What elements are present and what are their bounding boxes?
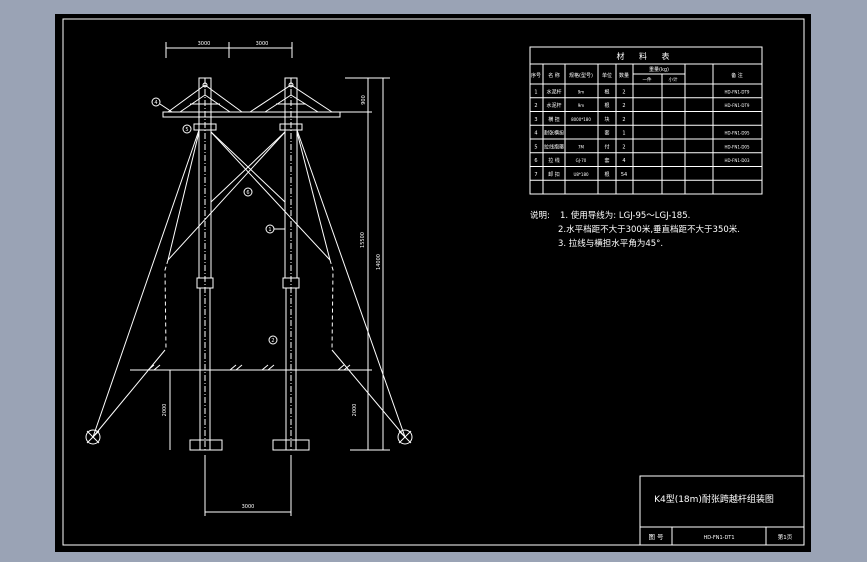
svg-text:1: 1 (268, 227, 271, 233)
svg-text:6: 6 (246, 190, 249, 196)
dim-top-right: 3000 (256, 41, 269, 47)
table-cell: 拉 线 (548, 157, 560, 164)
drawing-sheet (55, 14, 811, 552)
table-cell: 根 (604, 102, 609, 109)
svg-text:5: 5 (185, 127, 188, 133)
table-cell: 2 (534, 103, 537, 109)
table-header: 数量 (619, 72, 629, 79)
table-cell: 2 (622, 89, 625, 95)
note-item: 1. 使用导线为: LGJ-95～LGJ-185. (560, 210, 690, 221)
table-cell: U8*180 (573, 172, 589, 177)
table-cell: 付 (604, 143, 609, 150)
table-cell: 54 (621, 172, 627, 178)
dim-foot-right: 2000 (352, 404, 358, 417)
table-cell: HD-FN1-D05 (725, 144, 750, 149)
table-cell: 2 (622, 103, 625, 109)
drawing-number: HD-FN1-DT1 (703, 535, 734, 541)
table-cell: 横 担 (548, 116, 560, 123)
table-cell: 8000*180 (571, 117, 591, 122)
notes-label: 说明: (530, 210, 550, 221)
table-cell: HD-FN1-DT9 (725, 103, 750, 108)
table-cell: 9m (578, 89, 585, 94)
svg-text:4: 4 (154, 100, 157, 106)
drawing-no-label: 图 号 (648, 533, 664, 541)
note-item: 2.水平档距不大于300米,垂直档距不大于350米. (558, 224, 740, 235)
table-cell: 4 (534, 131, 537, 137)
table-cell: HD-FN1-DT9 (725, 89, 750, 94)
table-cell: 5 (534, 144, 537, 150)
dim-top-left: 3000 (198, 41, 211, 47)
table-cell: 9m (578, 103, 585, 108)
table-header: 规格(型号) (569, 72, 593, 79)
table-cell: 拉线抱箍 (544, 143, 564, 150)
drawing-canvas: 3000 3000 900 15500 14000 2000 2000 3000… (55, 14, 811, 552)
table-header: 序号 (531, 72, 541, 79)
table-cell: 7M (578, 144, 585, 149)
table-subheader: 小计 (669, 76, 678, 83)
table-cell: 6 (534, 158, 537, 164)
table-cell: 根 (604, 88, 609, 95)
table-cell: HD-FN1-D95 (725, 131, 750, 136)
table-cell: 4 (622, 158, 625, 164)
table-cell: 根 (604, 171, 609, 178)
svg-text:2: 2 (271, 338, 274, 344)
table-header: 重量(kg) (649, 66, 669, 73)
table-cell: 1 (622, 131, 625, 137)
table-cell: GJ-70 (576, 158, 587, 163)
table-cell: 3 (534, 117, 537, 123)
dim-foot-left: 2000 (162, 404, 168, 417)
table-cell: 耐张横担 (544, 130, 564, 137)
table-cell: HD-FN1-D03 (725, 158, 750, 163)
dim-crossarm-height: 900 (361, 95, 367, 105)
dim-pole-total: 14000 (376, 254, 382, 270)
table-cell: 套 (604, 157, 609, 164)
table-cell: 块 (604, 116, 609, 123)
note-item: 3. 拉线与横担水平角为45°. (558, 238, 663, 249)
table-cell: 卸 扣 (548, 171, 560, 178)
table-cell: 2 (622, 117, 625, 123)
sheet-number: 第1页 (778, 533, 793, 541)
dim-pole-above: 15500 (360, 232, 366, 248)
table-cell: 水泥杆 (546, 88, 561, 95)
materials-table-title: 材 料 表 (616, 51, 675, 61)
table-cell: 套 (604, 130, 609, 137)
table-header: 名 称 (548, 72, 560, 79)
table-cell: 1 (534, 89, 537, 95)
table-header: 单位 (602, 72, 612, 79)
table-cell: 水泥杆 (546, 102, 561, 109)
table-header: 备 注 (731, 72, 743, 79)
drawing-title: K4型(18m)耐张跨越杆组装图 (654, 493, 774, 505)
table-cell: 2 (622, 144, 625, 150)
dim-bottom: 3000 (242, 504, 255, 510)
table-cell: 7 (534, 172, 537, 178)
table-subheader: 一件 (643, 76, 652, 83)
